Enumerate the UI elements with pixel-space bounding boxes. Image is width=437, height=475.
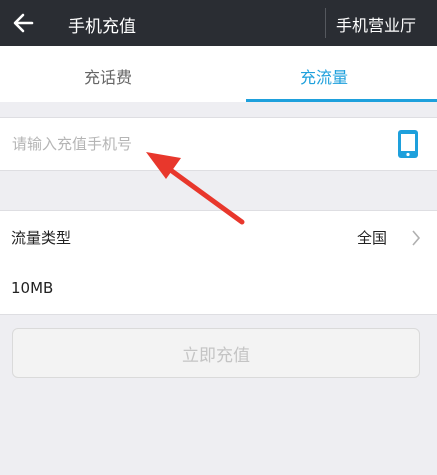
tab-bar: 充话费 充流量 (0, 46, 437, 102)
data-amount-row[interactable]: 10MB (0, 263, 437, 315)
data-amount-value: 10MB (11, 279, 54, 297)
top-bar: 手机充值 手机营业厅 (0, 0, 437, 46)
back-arrow-icon (13, 13, 34, 33)
tab-recharge-data[interactable]: 充流量 (300, 64, 348, 88)
flow-type-value: 全国 (357, 229, 388, 247)
back-button[interactable] (8, 7, 40, 39)
flow-type-label: 流量类型 (11, 229, 72, 247)
phone-number-row (0, 117, 437, 171)
phone-icon (398, 130, 418, 158)
recharge-now-button[interactable]: 立即充值 (12, 328, 420, 378)
service-hall-link[interactable]: 手机营业厅 (336, 12, 416, 36)
flow-type-row[interactable]: 流量类型 全国 (0, 210, 437, 264)
active-tab-indicator (246, 99, 437, 102)
phone-number-input[interactable] (12, 128, 382, 160)
chevron-right-icon (412, 230, 421, 246)
contacts-button[interactable] (397, 129, 419, 159)
page-title: 手机充值 (68, 17, 136, 37)
header-divider (325, 8, 326, 38)
tab-recharge-credit[interactable]: 充话费 (84, 64, 132, 88)
